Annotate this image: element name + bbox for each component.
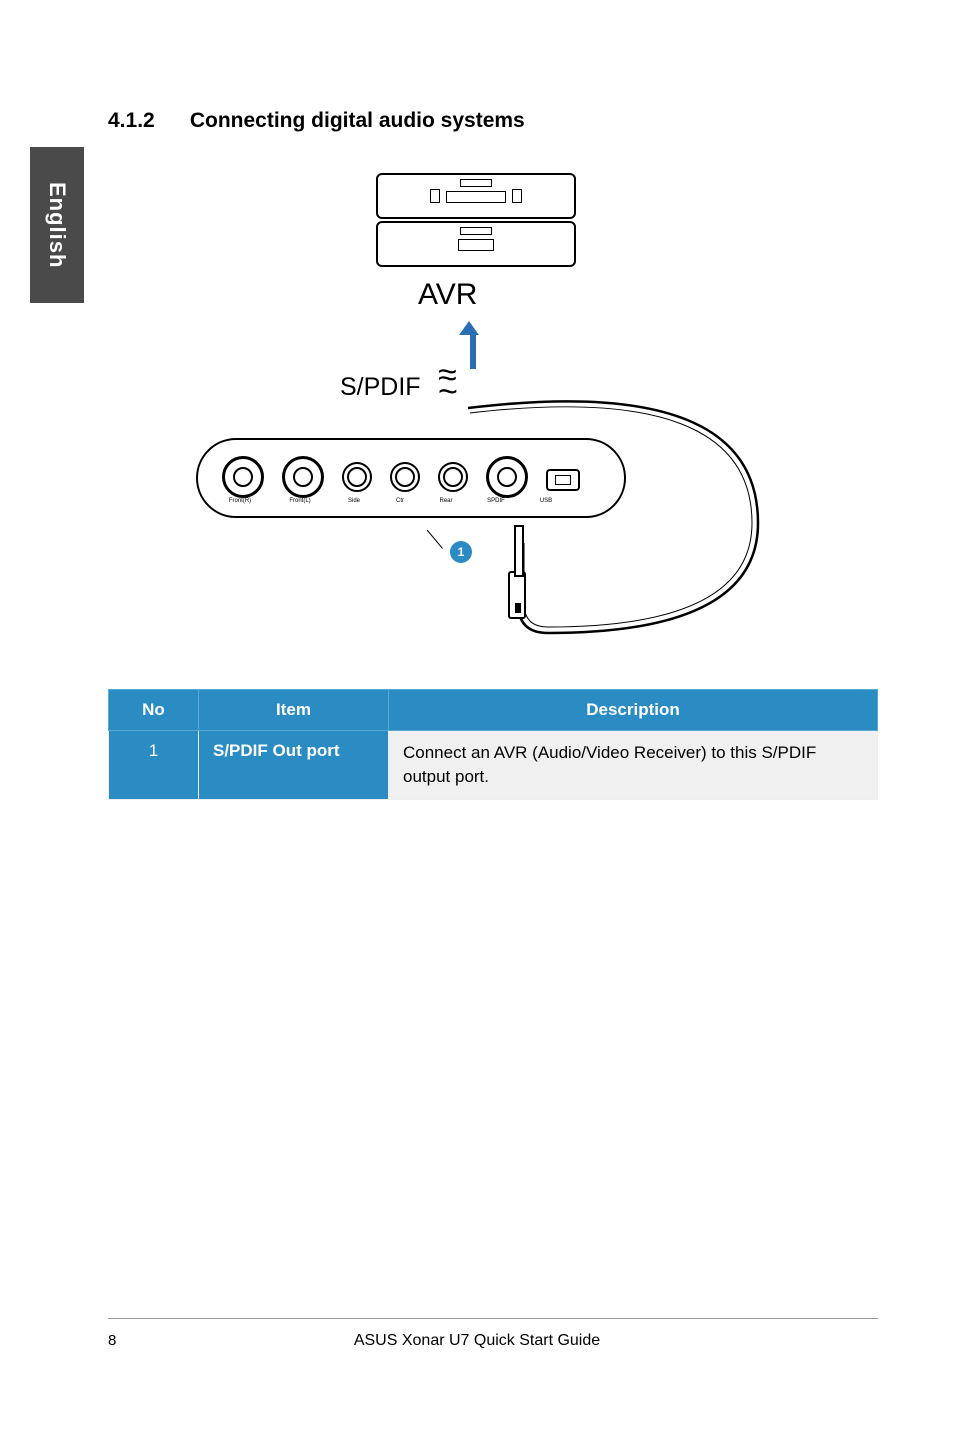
port-label-side: Side [334, 498, 374, 504]
th-item: Item [199, 690, 389, 731]
port-spdif [486, 456, 528, 498]
footer-rule [108, 1318, 878, 1319]
connection-diagram: AVR S/PDIF ≈~ Front(R) Front(L) [108, 153, 878, 643]
port-front-l [282, 456, 324, 498]
cell-item: S/PDIF Out port [199, 731, 389, 800]
callout-1: 1 [450, 541, 472, 563]
port-front-r [222, 456, 264, 498]
port-row [222, 456, 580, 498]
th-no: No [109, 690, 199, 731]
avr-label: AVR [418, 278, 477, 312]
avr-unit-top [376, 173, 576, 219]
cell-description: Connect an AVR (Audio/Video Receiver) to… [389, 731, 878, 800]
port-side [342, 462, 372, 492]
avr-device [376, 173, 576, 269]
port-usb [546, 469, 580, 491]
table-row: 1 S/PDIF Out port Connect an AVR (Audio/… [109, 731, 878, 800]
port-rear [438, 462, 468, 492]
cell-no: 1 [109, 731, 199, 800]
sound-card-rear: Front(R) Front(L) Side Ctr Rear SPDIF US… [196, 438, 626, 518]
section-heading: 4.1.2 Connecting digital audio systems [108, 109, 878, 133]
port-label-front-l: Front(L) [280, 498, 320, 504]
port-label-front-r: Front(R) [220, 498, 260, 504]
spdif-connector [508, 571, 526, 619]
section-title: Connecting digital audio systems [190, 109, 525, 132]
port-label-spdif: SPDIF [476, 498, 516, 504]
arrow-up-icon [466, 321, 479, 369]
language-tab: English [30, 147, 84, 303]
language-tab-label: English [44, 182, 70, 268]
port-label-usb: USB [526, 498, 566, 504]
port-label-ctr: Ctr [380, 498, 420, 504]
port-label-rear: Rear [426, 498, 466, 504]
footer-title: ASUS Xonar U7 Quick Start Guide [0, 1332, 954, 1350]
port-description-table: No Item Description 1 S/PDIF Out port Co… [108, 689, 878, 800]
th-description: Description [389, 690, 878, 731]
section-number: 4.1.2 [108, 109, 184, 133]
avr-unit-bottom [376, 221, 576, 267]
page-content: 4.1.2 Connecting digital audio systems A… [108, 109, 878, 800]
table-header-row: No Item Description [109, 690, 878, 731]
port-ctr [390, 462, 420, 492]
